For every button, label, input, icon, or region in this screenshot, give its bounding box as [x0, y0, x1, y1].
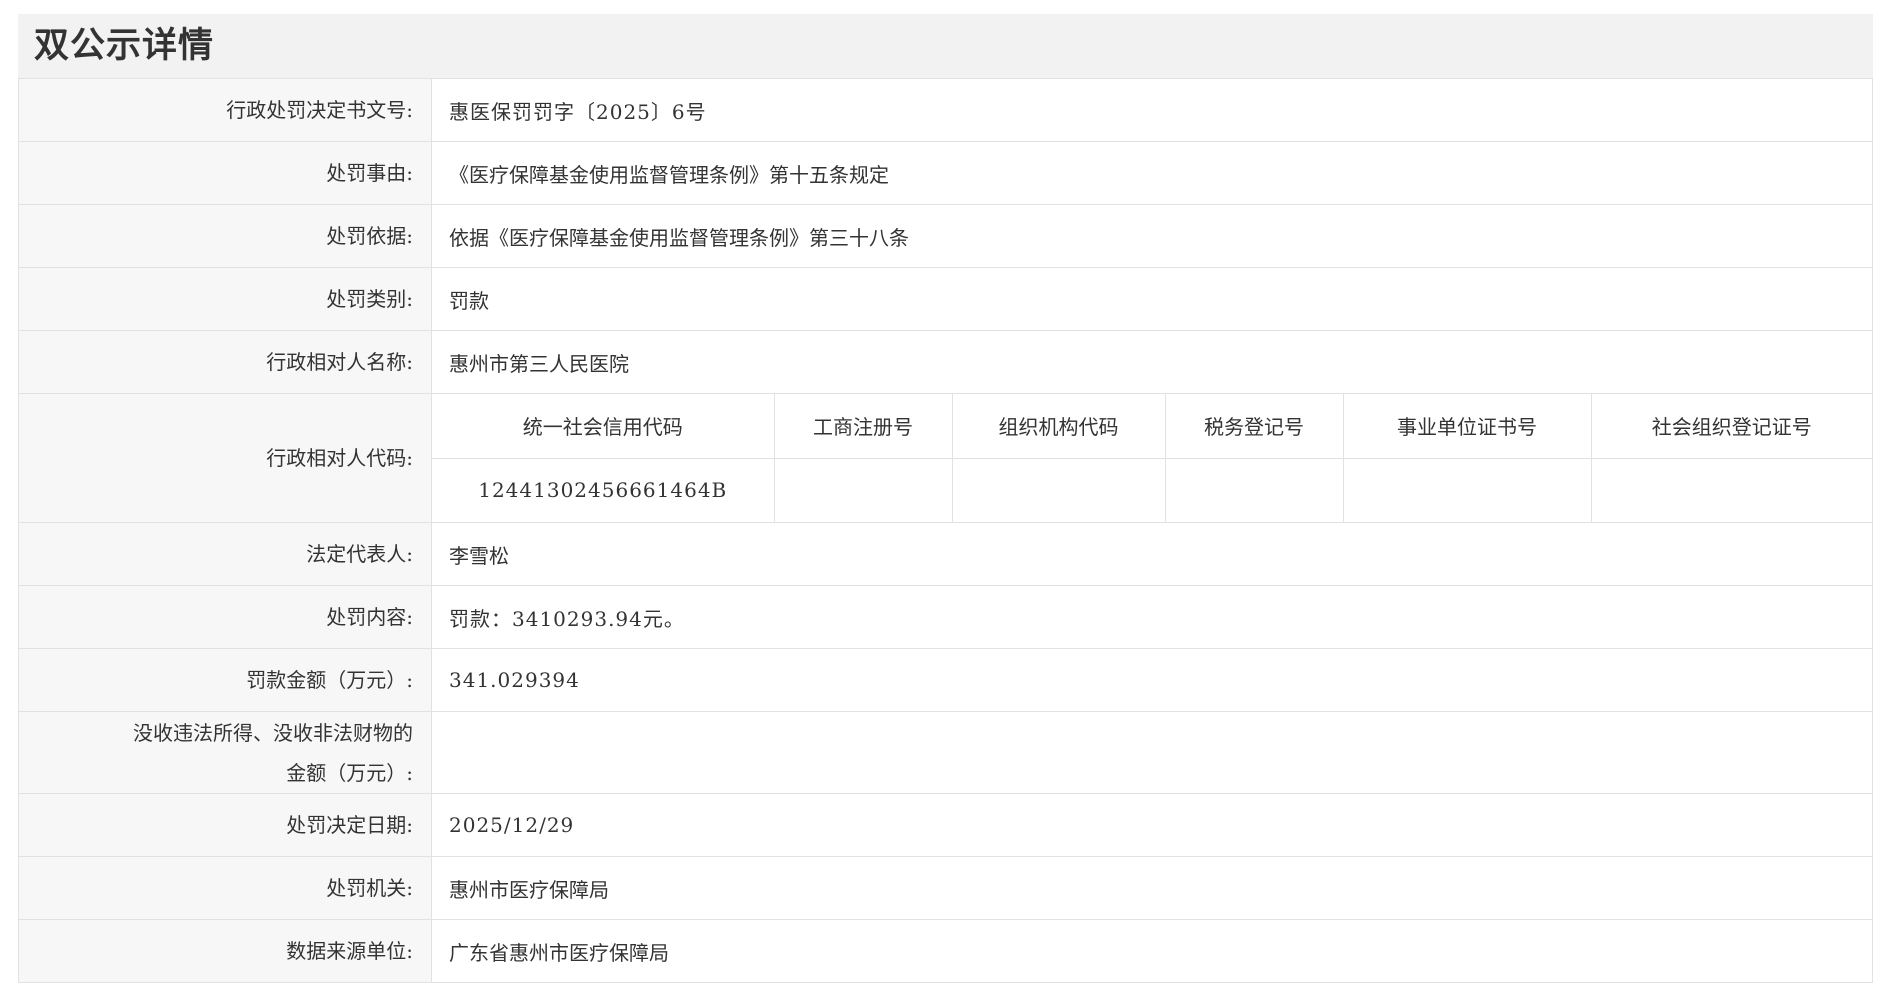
value-party-name: 惠州市第三人民医院 [431, 330, 1873, 394]
value-basis: 依据《医疗保障基金使用监督管理条例》第三十八条 [431, 204, 1873, 268]
value-authority: 惠州市医疗保障局 [431, 856, 1873, 920]
value-confiscation [431, 711, 1873, 794]
page-header: 双公示详情 [18, 14, 1873, 78]
row-party-name: 行政相对人名称: 惠州市第三人民医院 [18, 330, 1873, 394]
row-authority: 处罚机关: 惠州市医疗保障局 [18, 856, 1873, 920]
row-decision-no: 行政处罚决定书文号: 惠医保罚罚字〔2025〕6号 [18, 78, 1873, 142]
label-data-source: 数据来源单位: [18, 919, 432, 983]
detail-table: 行政处罚决定书文号: 惠医保罚罚字〔2025〕6号 处罚事由: 《医疗保障基金使… [18, 78, 1873, 983]
row-basis: 处罚依据: 依据《医疗保障基金使用监督管理条例》第三十八条 [18, 204, 1873, 268]
row-data-source: 数据来源单位: 广东省惠州市医疗保障局 [18, 919, 1873, 983]
party-code-value [1165, 458, 1344, 522]
party-code-value [952, 458, 1166, 522]
row-party-code: 行政相对人代码: 统一社会信用代码 工商注册号 组织机构代码 税务登记号 事业单… [18, 393, 1873, 523]
row-category: 处罚类别: 罚款 [18, 267, 1873, 331]
party-code-header: 事业单位证书号 [1343, 394, 1592, 459]
label-party-code: 行政相对人代码: [18, 393, 432, 523]
label-confiscation: 没收违法所得、没收非法财物的 金额（万元）: [18, 711, 432, 794]
detail-page: 双公示详情 行政处罚决定书文号: 惠医保罚罚字〔2025〕6号 处罚事由: 《医… [0, 0, 1888, 1008]
label-legal-rep: 法定代表人: [18, 522, 432, 586]
row-content: 处罚内容: 罚款：3410293.94元。 [18, 585, 1873, 649]
value-fine-amount: 341.029394 [431, 648, 1873, 712]
label-category: 处罚类别: [18, 267, 432, 331]
row-reason: 处罚事由: 《医疗保障基金使用监督管理条例》第十五条规定 [18, 141, 1873, 205]
party-code-value [774, 458, 953, 522]
value-decision-date: 2025/12/29 [431, 793, 1873, 857]
label-authority: 处罚机关: [18, 856, 432, 920]
value-legal-rep: 李雪松 [431, 522, 1873, 586]
label-content: 处罚内容: [18, 585, 432, 649]
party-code-header: 税务登记号 [1165, 394, 1344, 459]
row-decision-date: 处罚决定日期: 2025/12/29 [18, 793, 1873, 857]
value-content: 罚款：3410293.94元。 [431, 585, 1873, 649]
label-decision-no: 行政处罚决定书文号: [18, 78, 432, 142]
party-code-header: 组织机构代码 [952, 394, 1166, 459]
row-fine-amount: 罚款金额（万元）: 341.029394 [18, 648, 1873, 712]
label-basis: 处罚依据: [18, 204, 432, 268]
party-code-value-row: 12441302456661464B [432, 458, 1872, 522]
party-code-header: 工商注册号 [774, 394, 953, 459]
label-confiscation-line1: 没收违法所得、没收非法财物的 [133, 720, 413, 745]
party-code-header: 社会组织登记证号 [1591, 394, 1872, 459]
party-code-table: 统一社会信用代码 工商注册号 组织机构代码 税务登记号 事业单位证书号 社会组织… [432, 394, 1872, 522]
party-code-value [1591, 458, 1872, 522]
label-reason: 处罚事由: [18, 141, 432, 205]
row-confiscation: 没收违法所得、没收非法财物的 金额（万元）: [18, 711, 1873, 794]
row-legal-rep: 法定代表人: 李雪松 [18, 522, 1873, 586]
party-code-header: 统一社会信用代码 [432, 394, 775, 459]
label-decision-date: 处罚决定日期: [18, 793, 432, 857]
party-code-value: 12441302456661464B [432, 458, 775, 522]
party-code-header-row: 统一社会信用代码 工商注册号 组织机构代码 税务登记号 事业单位证书号 社会组织… [432, 394, 1872, 459]
label-fine-amount: 罚款金额（万元）: [18, 648, 432, 712]
party-code-value [1343, 458, 1592, 522]
party-code-cell: 统一社会信用代码 工商注册号 组织机构代码 税务登记号 事业单位证书号 社会组织… [431, 393, 1873, 523]
value-reason: 《医疗保障基金使用监督管理条例》第十五条规定 [431, 141, 1873, 205]
page-title: 双公示详情 [34, 26, 215, 66]
value-category: 罚款 [431, 267, 1873, 331]
label-confiscation-line2: 金额（万元）: [286, 760, 413, 785]
value-decision-no: 惠医保罚罚字〔2025〕6号 [431, 78, 1873, 142]
label-party-name: 行政相对人名称: [18, 330, 432, 394]
value-data-source: 广东省惠州市医疗保障局 [431, 919, 1873, 983]
